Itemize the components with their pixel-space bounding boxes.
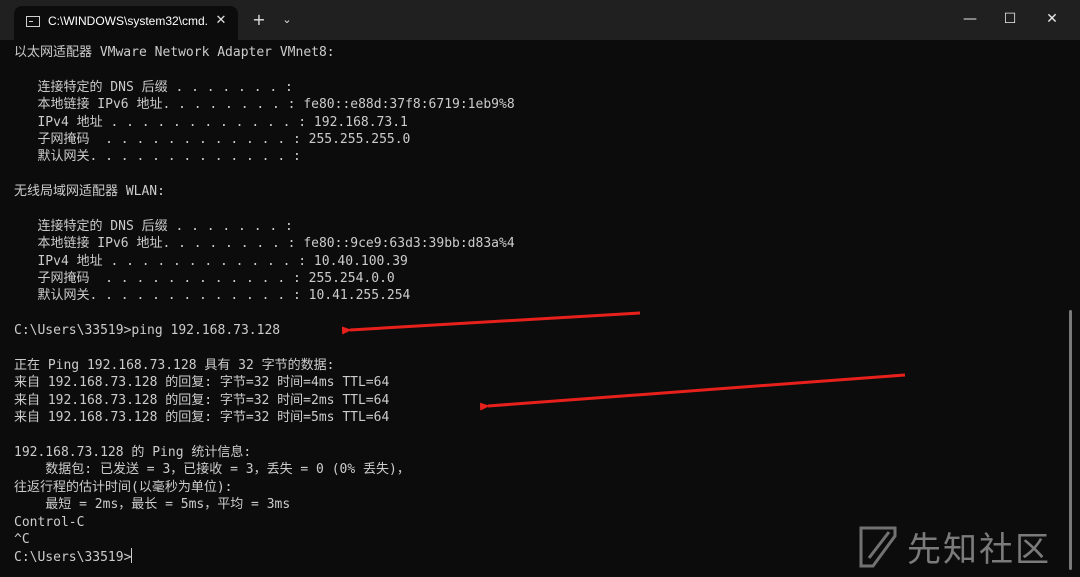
terminal-line: 来自 192.168.73.128 的回复: 字节=32 时间=2ms TTL=…	[14, 392, 390, 408]
terminal-line: IPv4 地址 . . . . . . . . . . . . : 192.16…	[14, 114, 408, 130]
terminal-line: 最短 = 2ms，最长 = 5ms，平均 = 3ms	[14, 497, 291, 513]
terminal-line: 来自 192.168.73.128 的回复: 字节=32 时间=4ms TTL=…	[14, 375, 390, 391]
terminal-line: 连接特定的 DNS 后缀 . . . . . . . :	[14, 79, 293, 95]
terminal-line: 以太网适配器 VMware Network Adapter VMnet8:	[14, 45, 335, 60]
terminal-line: 本地链接 IPv6 地址. . . . . . . . : fe80::9ce9…	[14, 236, 515, 252]
xianzhi-logo-icon	[859, 526, 897, 567]
terminal-line: 默认网关. . . . . . . . . . . . . :	[14, 149, 301, 165]
title-bar[interactable]: C:\WINDOWS\system32\cmd. ✕ + ⌄ — ☐ ✕	[0, 0, 1080, 40]
chevron-down-icon[interactable]: ⌄	[280, 12, 294, 28]
close-window-button[interactable]: ✕	[1032, 6, 1072, 32]
new-tab-button[interactable]: +	[250, 11, 268, 29]
terminal-icon	[26, 16, 40, 27]
terminal-line: 子网掩码 . . . . . . . . . . . . : 255.255.2…	[14, 131, 411, 147]
text-cursor	[131, 548, 133, 564]
terminal-line: 子网掩码 . . . . . . . . . . . . : 255.254.0…	[14, 271, 395, 287]
watermark-text: 先知社区	[907, 530, 1051, 570]
terminal-line: 192.168.73.128 的 Ping 统计信息:	[14, 444, 252, 460]
terminal-window: C:\WINDOWS\system32\cmd. ✕ + ⌄ — ☐ ✕ 以太网…	[0, 0, 1080, 577]
terminal-line: IPv4 地址 . . . . . . . . . . . . : 10.40.…	[14, 253, 408, 269]
terminal-line: 往返行程的估计时间(以毫秒为单位):	[14, 479, 233, 495]
watermark: 先知社区	[855, 522, 1051, 571]
close-tab-icon[interactable]: ✕	[212, 12, 230, 30]
tab-cmd[interactable]: C:\WINDOWS\system32\cmd. ✕	[14, 6, 238, 40]
minimize-button[interactable]: —	[950, 6, 990, 32]
terminal-line: 数据包: 已发送 = 3，已接收 = 3，丢失 = 0 (0% 丢失)，	[14, 462, 410, 478]
terminal-line: 连接特定的 DNS 后缀 . . . . . . . :	[14, 218, 293, 234]
terminal-output[interactable]: 以太网适配器 VMware Network Adapter VMnet8: 连接…	[14, 44, 1058, 574]
terminal-line: 本地链接 IPv6 地址. . . . . . . . : fe80::e88d…	[14, 97, 515, 113]
scrollbar[interactable]	[1069, 310, 1072, 570]
tab-title: C:\WINDOWS\system32\cmd.	[48, 14, 209, 28]
terminal-line: 无线局域网适配器 WLAN:	[14, 184, 165, 200]
terminal-line: 正在 Ping 192.168.73.128 具有 32 字节的数据:	[14, 358, 335, 374]
terminal-line: 来自 192.168.73.128 的回复: 字节=32 时间=5ms TTL=…	[14, 410, 390, 426]
terminal-line: C:\Users\33519>ping 192.168.73.128	[14, 323, 281, 339]
terminal-line: 默认网关. . . . . . . . . . . . . : 10.41.25…	[14, 288, 411, 304]
maximize-button[interactable]: ☐	[990, 6, 1030, 32]
